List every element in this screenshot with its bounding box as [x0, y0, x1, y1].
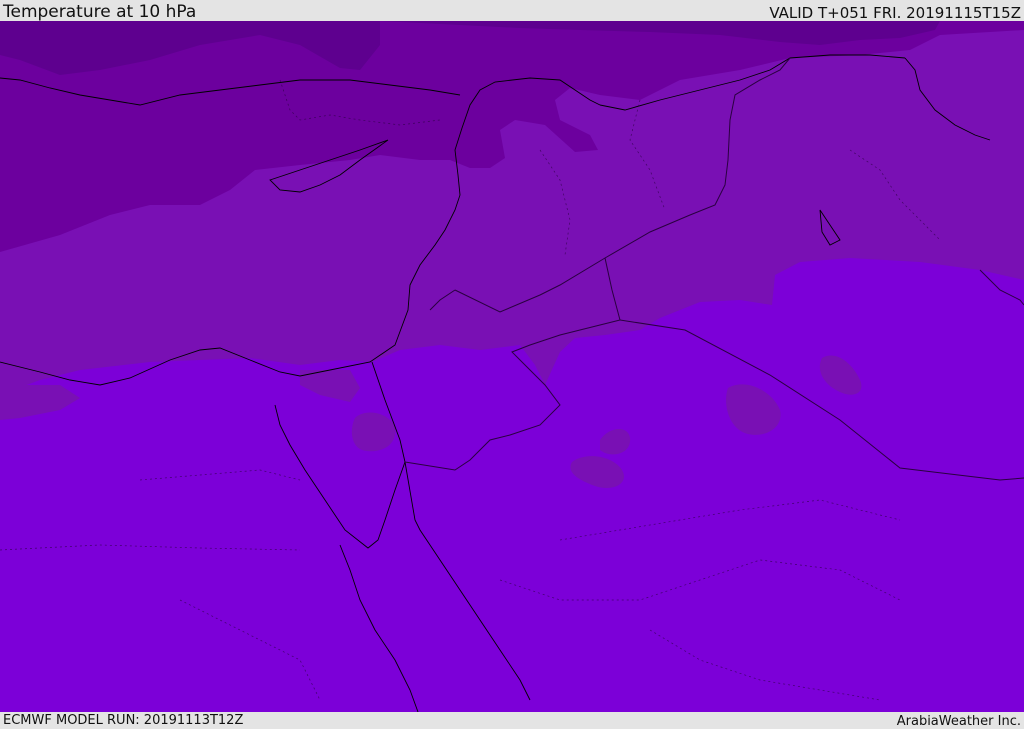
model-run-label: ECMWF MODEL RUN: 20191113T12Z — [3, 713, 244, 728]
footer-bar: ECMWF MODEL RUN: 20191113T12Z ArabiaWeat… — [0, 712, 1024, 729]
temperature-map[interactable] — [0, 21, 1024, 712]
map-svg — [0, 21, 1024, 712]
credit-label: ArabiaWeather Inc. — [896, 714, 1021, 729]
valid-time: VALID T+051 FRI. 20191115T15Z — [769, 4, 1021, 22]
map-title: Temperature at 10 hPa — [3, 2, 197, 22]
header-bar: Temperature at 10 hPa VALID T+051 FRI. 2… — [0, 0, 1024, 22]
